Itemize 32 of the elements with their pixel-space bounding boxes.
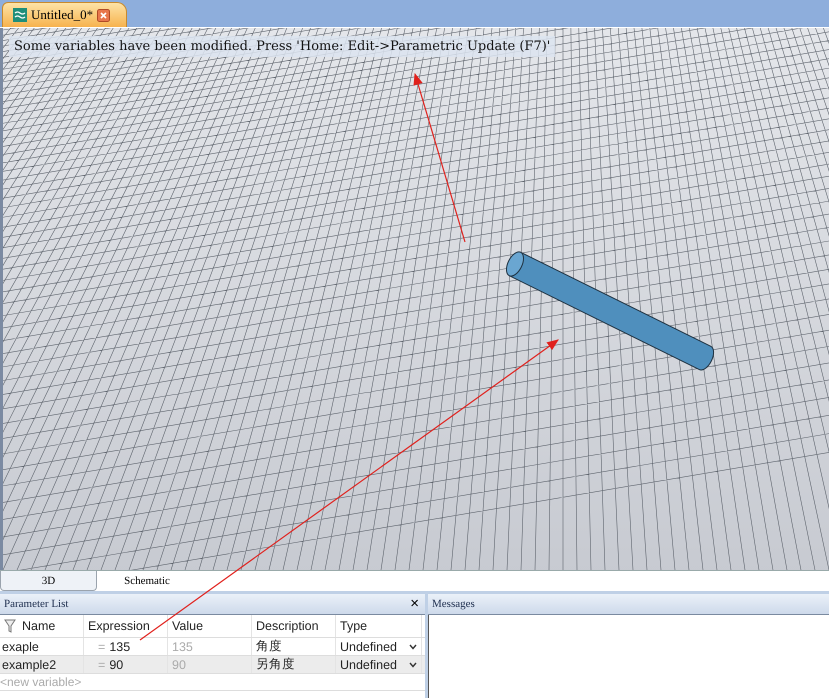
caret-icon[interactable] bbox=[409, 662, 417, 668]
view-tab[interactable]: 3D bbox=[0, 571, 97, 591]
wave-icon bbox=[13, 8, 27, 22]
document-title: Untitled_0* bbox=[31, 7, 94, 23]
3d-viewport[interactable]: Some variables have been modified. Press 'Home: Edit->Parametric Update (F7)' bbox=[0, 28, 829, 570]
column-header[interactable]: Expression bbox=[88, 619, 150, 633]
cylinder-drawing[interactable] bbox=[506, 251, 714, 370]
table-cell: 90 bbox=[109, 658, 124, 672]
column-header[interactable]: Description bbox=[256, 619, 319, 633]
close-button[interactable]: × bbox=[408, 596, 421, 612]
table-cell: 135 bbox=[172, 640, 193, 654]
column-header[interactable]: Type bbox=[340, 619, 368, 633]
table-cell: exaple bbox=[2, 640, 39, 654]
type-dropdown[interactable]: Undefined bbox=[340, 658, 397, 672]
table-cell: 另角度 bbox=[256, 656, 295, 673]
type-dropdown[interactable]: Undefined bbox=[340, 640, 397, 654]
table-row[interactable]: example2 = 90 90 另角度 Undefined bbox=[0, 656, 425, 674]
filter-icon[interactable] bbox=[4, 619, 16, 633]
close-icon[interactable] bbox=[97, 8, 110, 22]
table-cell: 角度 bbox=[256, 638, 282, 655]
table-cell: example2 bbox=[2, 658, 56, 672]
column-header[interactable]: Value bbox=[172, 619, 204, 633]
equals-sign: = bbox=[97, 640, 106, 654]
caret-icon[interactable] bbox=[409, 644, 417, 650]
table-cell: 90 bbox=[172, 658, 186, 672]
table-cell: 135 bbox=[109, 640, 130, 654]
equals-sign: = bbox=[97, 658, 106, 672]
panel-title: Messages bbox=[432, 598, 475, 610]
document-tab[interactable]: Untitled_0* bbox=[2, 2, 128, 27]
panel-title: Parameter List bbox=[4, 598, 68, 610]
column-header[interactable]: Name bbox=[22, 619, 56, 633]
notice-message: Some variables have been modified. Press 'Home: Edit->Parametric Update (F7)' bbox=[9, 36, 556, 57]
